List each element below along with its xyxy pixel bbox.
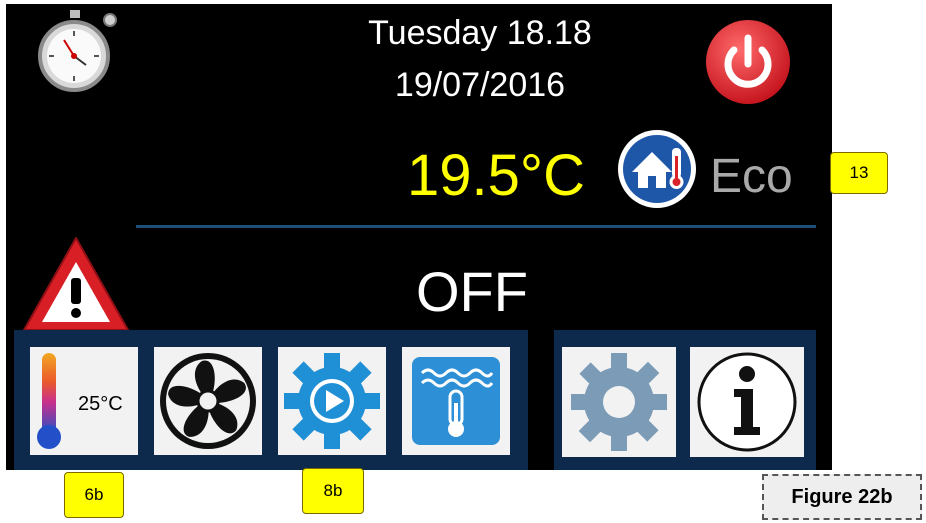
warning-icon[interactable] xyxy=(20,234,132,334)
thermometer-icon xyxy=(37,353,61,449)
home-thermometer-icon[interactable] xyxy=(616,128,698,210)
settings-button[interactable] xyxy=(562,347,676,457)
divider xyxy=(136,225,816,228)
current-temperature: 19.5°C xyxy=(407,143,585,208)
mode-label: Eco xyxy=(710,150,793,203)
callout-8b: 8b xyxy=(302,468,364,514)
figure-caption: Figure 22b xyxy=(762,474,922,520)
settings-gear-icon xyxy=(571,353,667,451)
water-temperature-icon xyxy=(412,357,500,445)
thermostat-screen: Tuesday 18.18 19/07/2016 19.5°C Eco OFF … xyxy=(6,4,832,470)
stopwatch-icon[interactable] xyxy=(26,10,122,92)
system-state: OFF xyxy=(416,260,528,323)
callout-13: 13 xyxy=(830,152,888,194)
info-icon xyxy=(697,352,797,452)
fan-icon xyxy=(160,353,256,449)
power-button[interactable] xyxy=(704,18,792,106)
day-time-label: Tuesday 18.18 xyxy=(368,14,592,52)
program-button[interactable] xyxy=(278,347,386,455)
program-gear-play-icon xyxy=(284,353,380,449)
setpoint-button[interactable]: 25°C xyxy=(30,347,138,455)
setpoint-label: 25°C xyxy=(78,393,123,415)
callout-6b: 6b xyxy=(64,472,124,518)
info-button[interactable] xyxy=(690,347,804,457)
fan-button[interactable] xyxy=(154,347,262,455)
date-label: 19/07/2016 xyxy=(394,66,566,104)
power-icon xyxy=(706,20,790,104)
water-button[interactable] xyxy=(402,347,510,455)
